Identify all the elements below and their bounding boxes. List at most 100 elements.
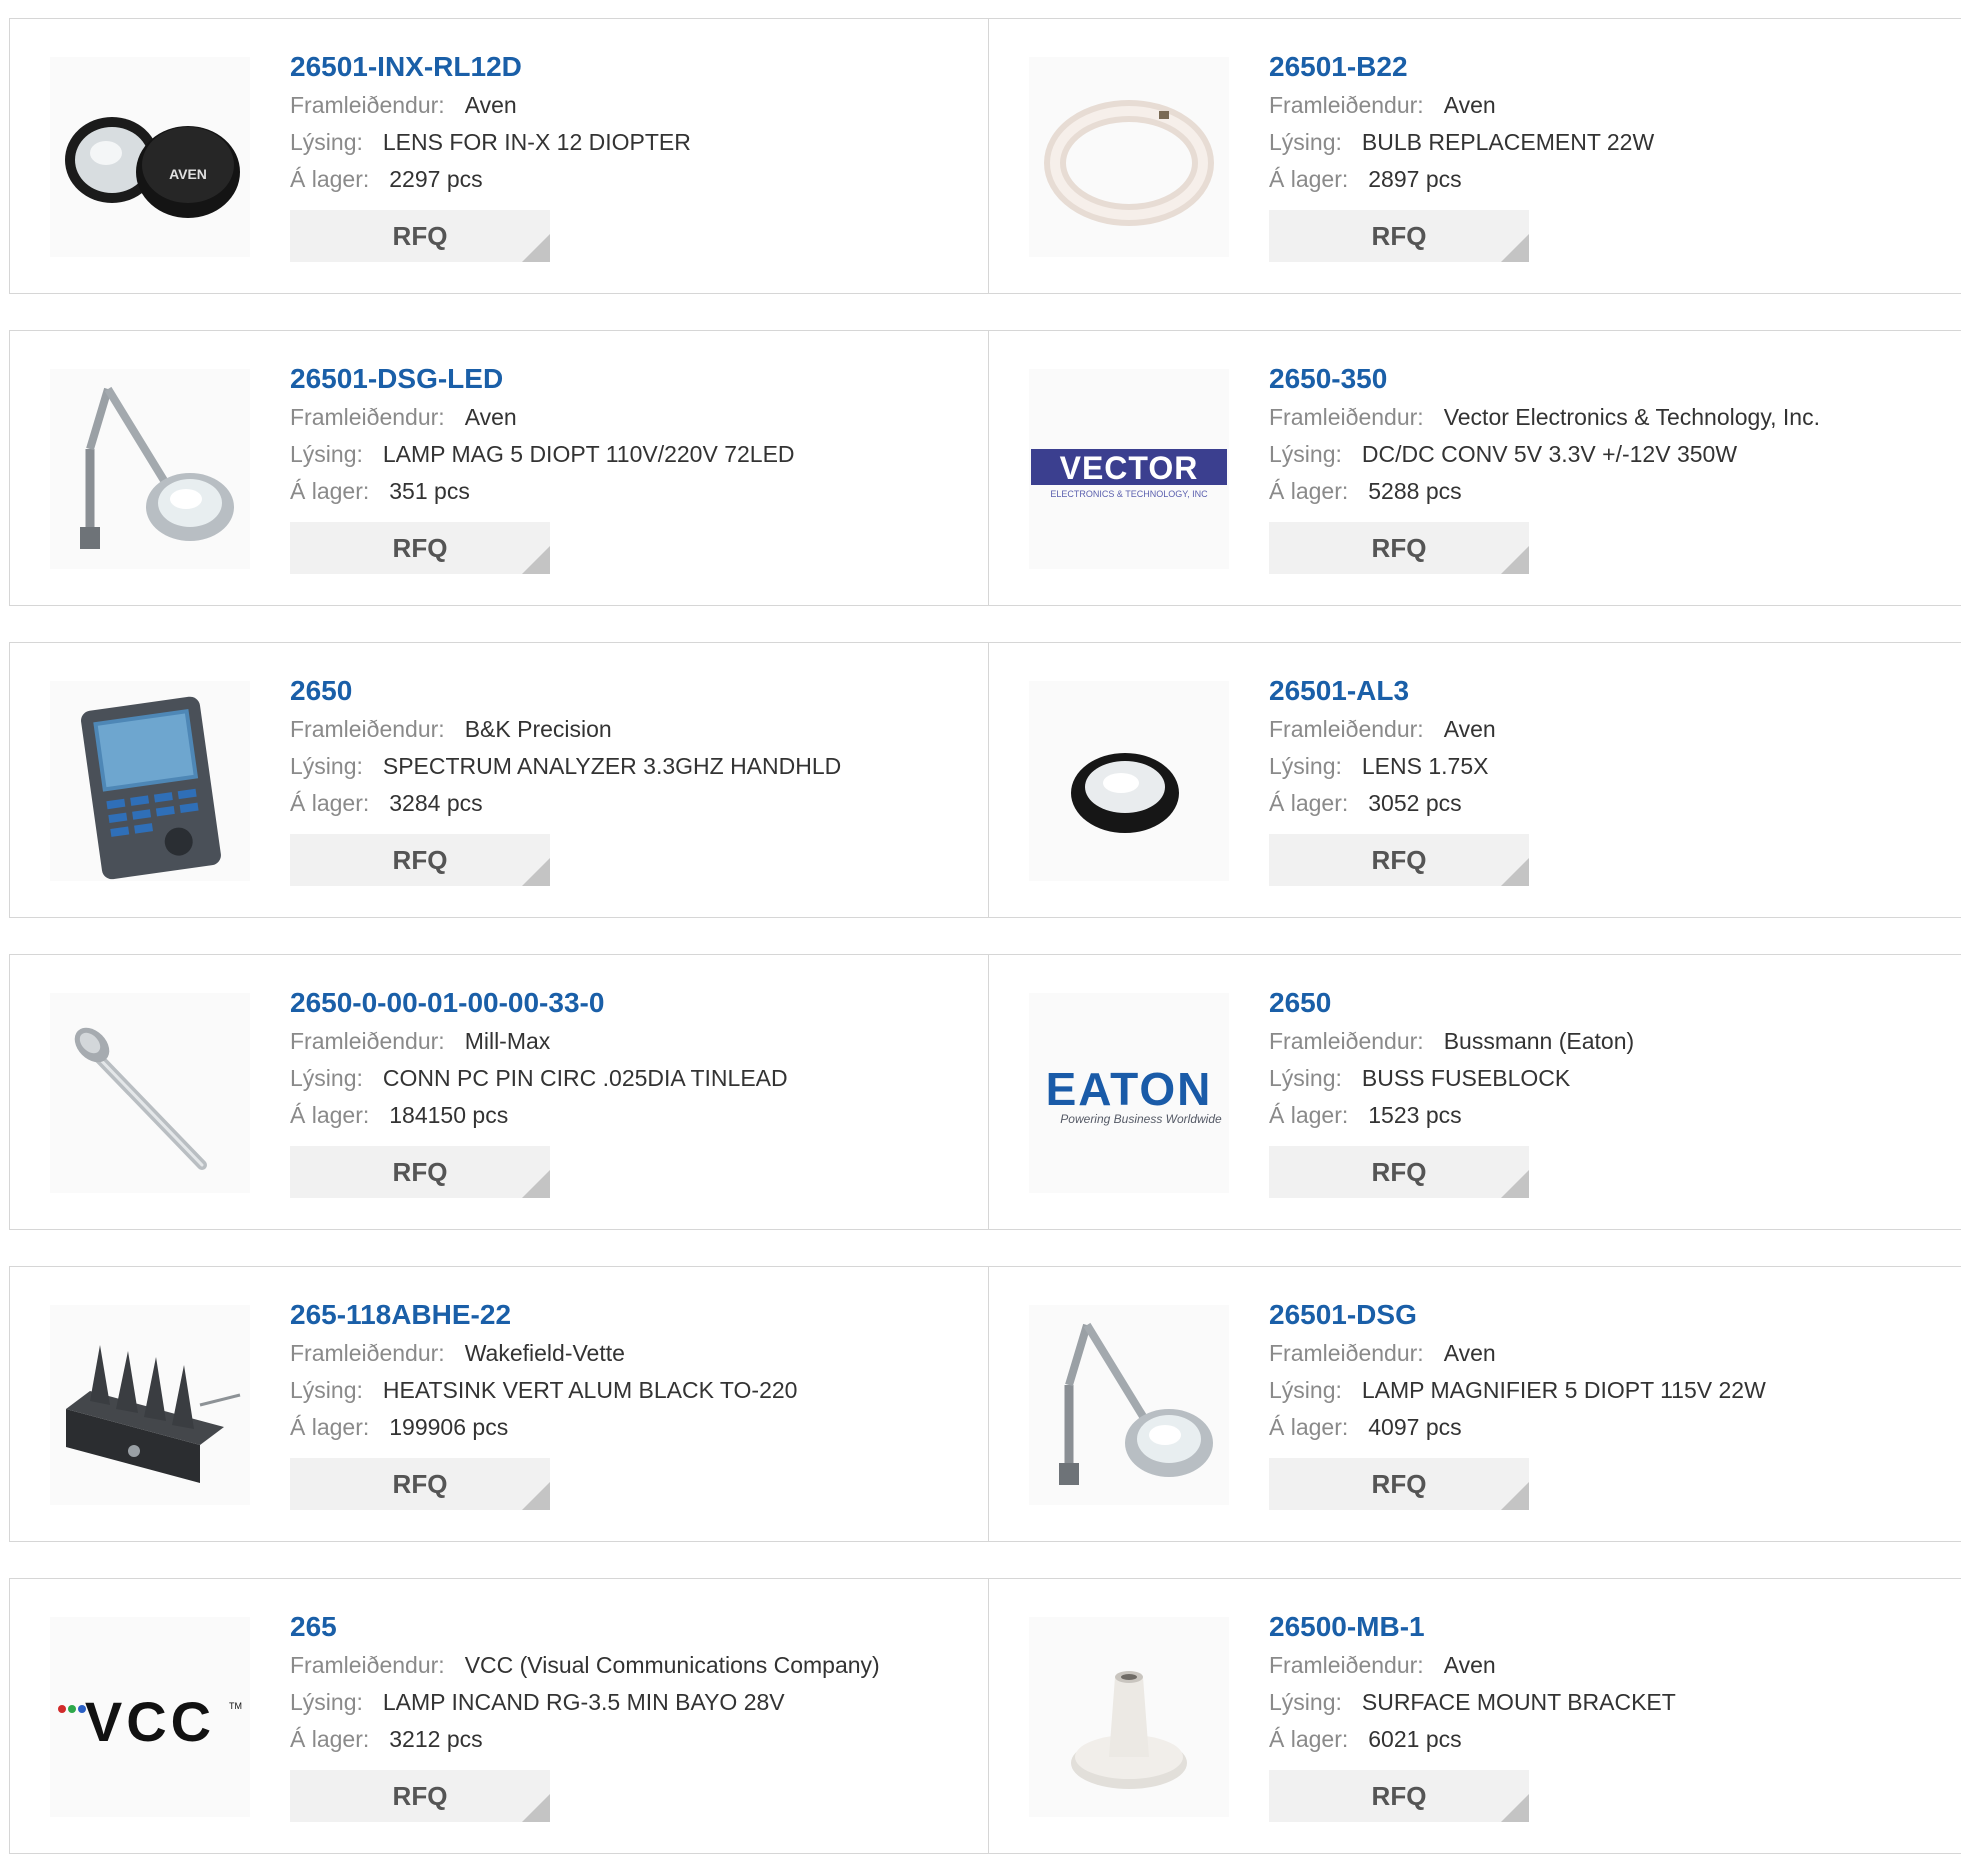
rfq-button[interactable]: RFQ <box>1269 522 1529 574</box>
product-part-number-link[interactable]: 26501-INX-RL12D <box>290 47 978 87</box>
product-image[interactable] <box>1029 57 1229 257</box>
rfq-button[interactable]: RFQ <box>290 1770 550 1822</box>
stock-value: 4097 pcs <box>1368 1414 1462 1440</box>
product-info: 26501-DSG Framleiðendur: Aven Lýsing: LAMP M… <box>1269 1295 1958 1510</box>
manufacturer-value: Aven <box>464 92 517 118</box>
product-image[interactable]: VECTOR ELECTRONICS & TECHNOLOGY, INC <box>1029 369 1229 569</box>
product-image[interactable] <box>1029 681 1229 881</box>
description-value: SURFACE MOUNT BRACKET <box>1361 1689 1676 1715</box>
stock-value: 6021 pcs <box>1368 1726 1462 1752</box>
stock-value: 184150 pcs <box>389 1102 509 1128</box>
description-value: CONN PC PIN CIRC .025DIA TINLEAD <box>382 1065 788 1091</box>
description-label: Lýsing: <box>290 1065 363 1091</box>
product-card: VECTOR ELECTRONICS & TECHNOLOGY, INC 265… <box>988 330 1961 606</box>
product-part-number-link[interactable]: 26501-DSG-LED <box>290 359 978 399</box>
stock-label: Á lager: <box>290 478 370 504</box>
stock-label: Á lager: <box>290 790 370 816</box>
manufacturer-row: Framleiðendur: Aven <box>1269 87 1958 124</box>
stock-label: Á lager: <box>1269 1414 1349 1440</box>
product-part-number-link[interactable]: 265 <box>290 1607 978 1647</box>
product-card: 26501-DSG Framleiðendur: Aven Lýsing: LAMP M… <box>988 1266 1961 1542</box>
product-image[interactable]: EATON Powering Business Worldwide <box>1029 993 1229 1193</box>
manufacturer-row: Framleiðendur: VCC (Visual Communications… <box>290 1647 978 1684</box>
stock-value: 199906 pcs <box>389 1414 509 1440</box>
product-card: 2650 Framleiðendur: B&K Precision Lýsing: SP… <box>9 642 989 918</box>
manufacturer-row: Framleiðendur: Vector Electronics & Techn… <box>1269 399 1958 436</box>
manufacturer-row: Framleiðendur: Aven <box>290 87 978 124</box>
product-info: 2650 Framleiðendur: Bussmann (Eaton) Lýsing… <box>1269 983 1958 1198</box>
product-info: 2650 Framleiðendur: B&K Precision Lýsing: SP… <box>290 671 978 886</box>
manufacturer-label: Framleiðendur: <box>290 404 445 430</box>
manufacturer-value: Aven <box>1443 92 1496 118</box>
description-row: Lýsing: LAMP MAGNIFIER 5 DIOPT 115V 22W <box>1269 1372 1958 1409</box>
stock-row: Á lager: 3052 pcs <box>1269 785 1958 822</box>
product-image[interactable] <box>50 369 250 569</box>
manufacturer-label: Framleiðendur: <box>290 1028 445 1054</box>
manufacturer-label: Framleiðendur: <box>290 1340 445 1366</box>
manufacturer-row: Framleiðendur: Aven <box>1269 1647 1958 1684</box>
product-part-number-link[interactable]: 26501-DSG <box>1269 1295 1958 1335</box>
product-image[interactable] <box>1029 1305 1229 1505</box>
description-value: BUSS FUSEBLOCK <box>1361 1065 1571 1091</box>
rfq-button[interactable]: RFQ <box>1269 210 1529 262</box>
product-part-number-link[interactable]: 26501-B22 <box>1269 47 1958 87</box>
rfq-button[interactable]: RFQ <box>1269 1146 1529 1198</box>
manufacturer-value: Mill-Max <box>464 1028 551 1054</box>
rfq-button[interactable]: RFQ <box>290 834 550 886</box>
stock-row: Á lager: 2297 pcs <box>290 161 978 198</box>
description-label: Lýsing: <box>1269 129 1342 155</box>
description-row: Lýsing: BUSS FUSEBLOCK <box>1269 1060 1958 1097</box>
description-value: LAMP INCAND RG-3.5 MIN BAYO 28V <box>382 1689 785 1715</box>
description-value: SPECTRUM ANALYZER 3.3GHZ HANDHLD <box>382 753 842 779</box>
description-value: LAMP MAG 5 DIOPT 110V/220V 72LED <box>382 441 795 467</box>
product-card: 26500-MB-1 Framleiðendur: Aven Lýsing: SURFA… <box>988 1578 1961 1854</box>
description-label: Lýsing: <box>290 1689 363 1715</box>
vector-logo-subtext: ELECTRONICS & TECHNOLOGY, INC <box>1050 489 1208 499</box>
manufacturer-label: Framleiðendur: <box>1269 1340 1424 1366</box>
product-part-number-link[interactable]: 2650 <box>290 671 978 711</box>
product-image[interactable] <box>1029 1617 1229 1817</box>
stock-value: 351 pcs <box>389 478 470 504</box>
stock-label: Á lager: <box>1269 478 1349 504</box>
description-label: Lýsing: <box>1269 1377 1342 1403</box>
product-image[interactable] <box>50 1305 250 1505</box>
rfq-button[interactable]: RFQ <box>1269 1770 1529 1822</box>
manufacturer-label: Framleiðendur: <box>1269 92 1424 118</box>
description-row: Lýsing: LAMP INCAND RG-3.5 MIN BAYO 28V <box>290 1684 978 1721</box>
product-part-number-link[interactable]: 26500-MB-1 <box>1269 1607 1958 1647</box>
product-part-number-link[interactable]: 2650-0-00-01-00-00-33-0 <box>290 983 978 1023</box>
product-image[interactable]: AVEN <box>50 57 250 257</box>
rfq-button[interactable]: RFQ <box>1269 834 1529 886</box>
description-label: Lýsing: <box>290 1377 363 1403</box>
product-card: AVEN 26501-INX-RL12D Framleiðendur: Aven Lý… <box>9 18 989 294</box>
manufacturer-value: Aven <box>464 404 517 430</box>
description-value: LAMP MAGNIFIER 5 DIOPT 115V 22W <box>1361 1377 1766 1403</box>
product-part-number-link[interactable]: 2650 <box>1269 983 1958 1023</box>
rfq-button[interactable]: RFQ <box>290 1146 550 1198</box>
product-part-number-link[interactable]: 26501-AL3 <box>1269 671 1958 711</box>
description-row: Lýsing: SURFACE MOUNT BRACKET <box>1269 1684 1958 1721</box>
stock-label: Á lager: <box>290 1414 370 1440</box>
description-row: Lýsing: BULB REPLACEMENT 22W <box>1269 124 1958 161</box>
rfq-button[interactable]: RFQ <box>1269 1458 1529 1510</box>
product-image[interactable] <box>50 993 250 1193</box>
rfq-button[interactable]: RFQ <box>290 1458 550 1510</box>
description-row: Lýsing: HEATSINK VERT ALUM BLACK TO-220 <box>290 1372 978 1409</box>
stock-label: Á lager: <box>1269 166 1349 192</box>
description-label: Lýsing: <box>290 441 363 467</box>
product-card: 26501-B22 Framleiðendur: Aven Lýsing: BULB R… <box>988 18 1961 294</box>
manufacturer-label: Framleiðendur: <box>1269 716 1424 742</box>
product-image[interactable] <box>50 681 250 881</box>
product-image[interactable]: VCC TM <box>50 1617 250 1817</box>
description-label: Lýsing: <box>1269 1689 1342 1715</box>
description-label: Lýsing: <box>1269 1065 1342 1091</box>
description-label: Lýsing: <box>290 129 363 155</box>
rfq-button[interactable]: RFQ <box>290 522 550 574</box>
product-part-number-link[interactable]: 2650-350 <box>1269 359 1958 399</box>
stock-row: Á lager: 4097 pcs <box>1269 1409 1958 1446</box>
stock-label: Á lager: <box>290 166 370 192</box>
product-part-number-link[interactable]: 265-118ABHE-22 <box>290 1295 978 1335</box>
manufacturer-row: Framleiðendur: Wakefield-Vette <box>290 1335 978 1372</box>
rfq-button[interactable]: RFQ <box>290 210 550 262</box>
eaton-logo-text: EATON <box>1046 1063 1213 1115</box>
